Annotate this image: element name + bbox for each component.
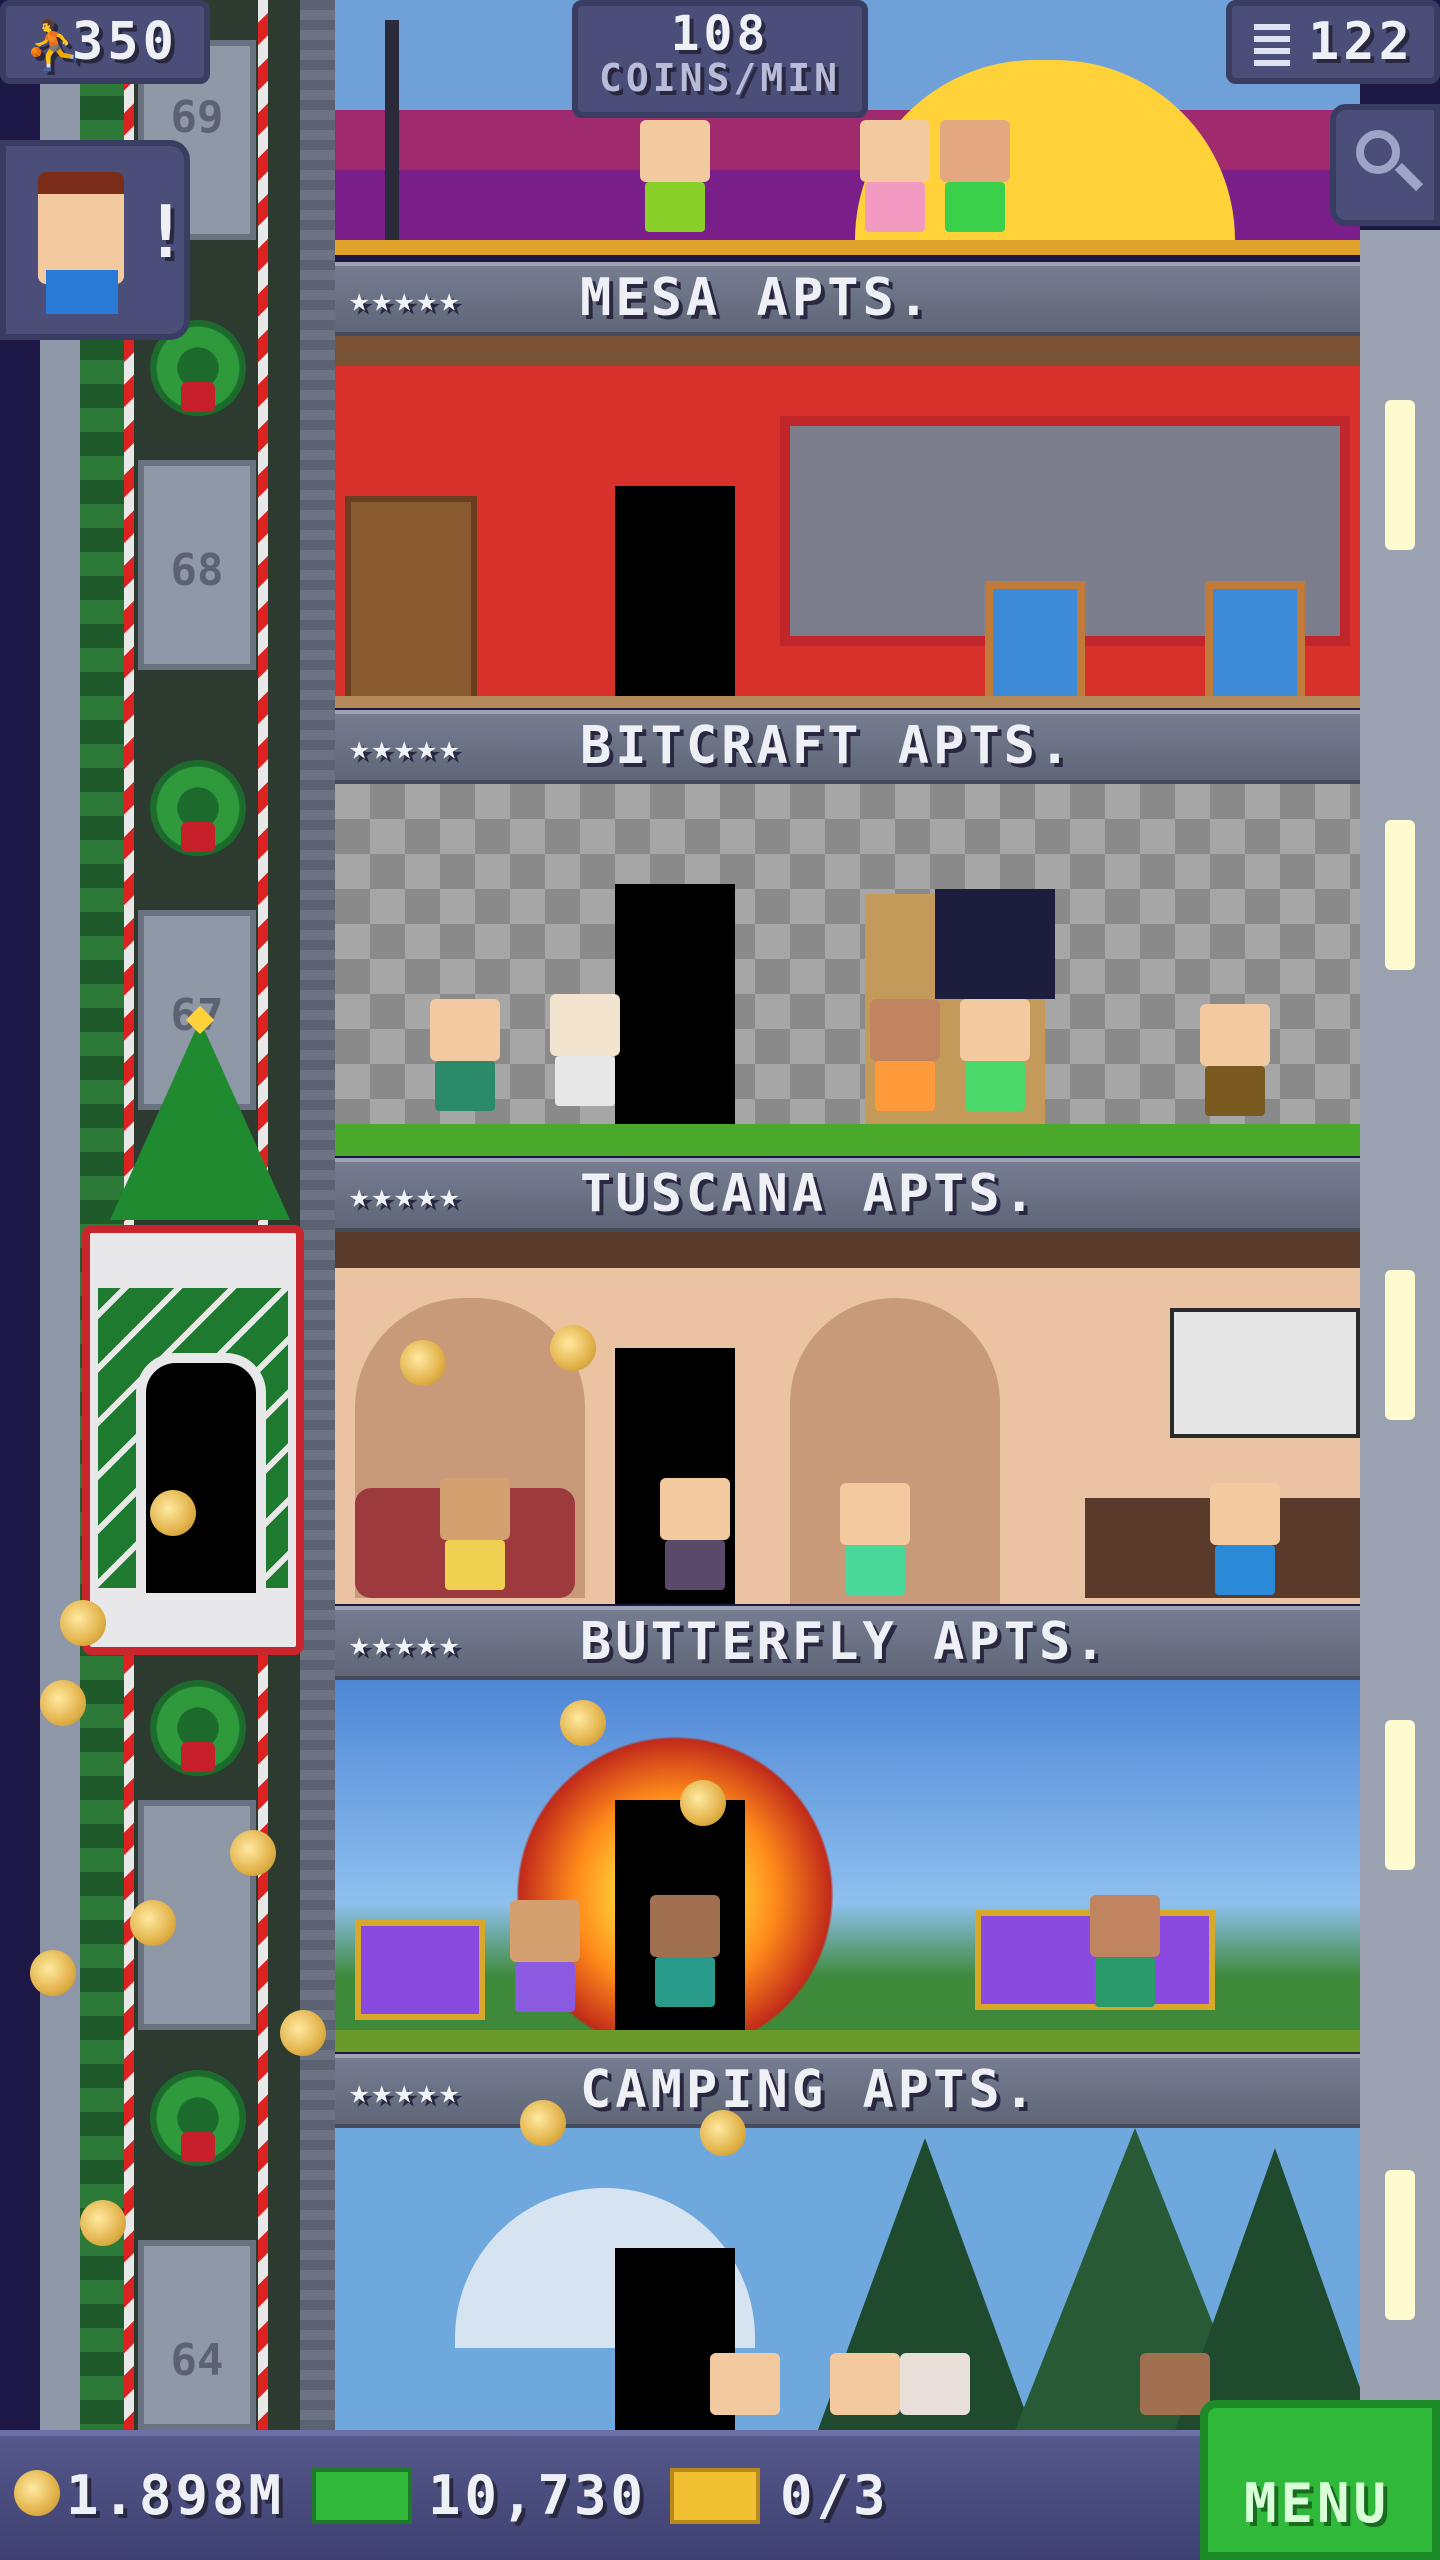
coins-per-min-value: 108 <box>670 6 770 62</box>
resident-avatar <box>38 172 124 284</box>
coin-icon <box>14 2470 60 2516</box>
floor-rating-stars: ★★★★★ <box>349 728 462 768</box>
coins-per-min-label: COINS/MIN <box>599 56 841 100</box>
floor-label-bar[interactable]: ★★★★★ CAMPING APTS. <box>335 2054 1360 2128</box>
coin-icon <box>400 1340 446 1386</box>
floor-number-69: 69 <box>170 92 224 143</box>
coins-value: 1.898M <box>66 2464 286 2527</box>
coin-icon <box>40 1680 86 1726</box>
coin-icon <box>30 1950 76 1996</box>
shaft-track <box>300 0 335 2430</box>
bitcraft-apts-room[interactable] <box>335 784 1360 1156</box>
floor-name: TUSCANA APTS. <box>580 1164 1039 1224</box>
floor-name: MESA APTS. <box>580 268 934 328</box>
floor-number-64: 64 <box>170 2335 224 2386</box>
population-value: 350 <box>72 12 178 72</box>
christmas-tree-icon <box>110 1020 290 1220</box>
room-door <box>615 486 735 706</box>
window-light <box>1385 400 1415 550</box>
building-icon <box>1254 24 1290 68</box>
coin-icon <box>150 1490 196 1536</box>
magnifier-icon <box>1356 130 1400 174</box>
notification-button[interactable]: ! <box>0 140 190 340</box>
floor-label-bar[interactable]: ★★★★★ MESA APTS. <box>335 262 1360 336</box>
exclamation-icon: ! <box>144 190 192 274</box>
coin-icon <box>60 1600 106 1646</box>
coin-icon <box>130 1900 176 1946</box>
window-light <box>1385 1270 1415 1420</box>
coin-icon <box>560 1700 606 1746</box>
floor-number-68: 68 <box>170 545 224 596</box>
coin-icon <box>680 1780 726 1826</box>
tickets-value: 0/3 <box>780 2464 890 2527</box>
floor-name: BITCRAFT APTS. <box>580 716 1075 776</box>
bux-value: 10,730 <box>428 2464 648 2527</box>
coin-icon <box>520 2100 566 2146</box>
window-light <box>1385 2170 1415 2320</box>
floor-count-value: 122 <box>1308 12 1414 72</box>
floor-label-bar[interactable]: ★★★★★ TUSCANA APTS. <box>335 1158 1360 1232</box>
mesa-apts-room[interactable] <box>335 336 1360 708</box>
ticket-icon <box>670 2468 760 2524</box>
coin-icon <box>700 2110 746 2156</box>
menu-label: MENU <box>1244 2472 1391 2535</box>
floor-name: BUTTERFLY APTS. <box>580 1612 1110 1672</box>
coin-icon <box>80 2200 126 2246</box>
camping-apts-room[interactable] <box>335 2128 1360 2430</box>
window-light <box>1385 1720 1415 1870</box>
floor-label-bar[interactable]: ★★★★★ BITCRAFT APTS. <box>335 710 1360 784</box>
floor-rating-stars: ★★★★★ <box>349 280 462 320</box>
butterfly-apts-room[interactable] <box>335 1680 1360 2052</box>
wreath-icon <box>150 2070 246 2166</box>
wreath-icon <box>150 760 246 856</box>
shaft-wall <box>40 0 80 2430</box>
coin-icon <box>280 2010 326 2056</box>
coin-icon <box>550 1325 596 1371</box>
wreath-icon <box>150 1680 246 1776</box>
elevator-car[interactable] <box>82 1225 304 1655</box>
cash-icon <box>312 2468 412 2524</box>
menu-button[interactable]: MENU <box>1200 2400 1440 2560</box>
population-counter[interactable]: ⛹ 350 <box>0 0 210 84</box>
floor-rating-stars: ★★★★★ <box>349 1624 462 1664</box>
window-light <box>1385 820 1415 970</box>
coins-per-min-panel: 108 COINS/MIN <box>572 0 868 118</box>
floor-label-bar[interactable]: ★★★★★ BUTTERFLY APTS. <box>335 1606 1360 1680</box>
floor-rating-stars: ★★★★★ <box>349 2072 462 2112</box>
coin-icon <box>230 1830 276 1876</box>
search-button[interactable] <box>1330 104 1440 226</box>
floor-rating-stars: ★★★★★ <box>349 1176 462 1216</box>
tuscana-apts-room[interactable] <box>335 1232 1360 1604</box>
room-door <box>615 884 735 1134</box>
floor-counter[interactable]: 122 <box>1226 0 1440 84</box>
floor-name: CAMPING APTS. <box>580 2060 1039 2120</box>
